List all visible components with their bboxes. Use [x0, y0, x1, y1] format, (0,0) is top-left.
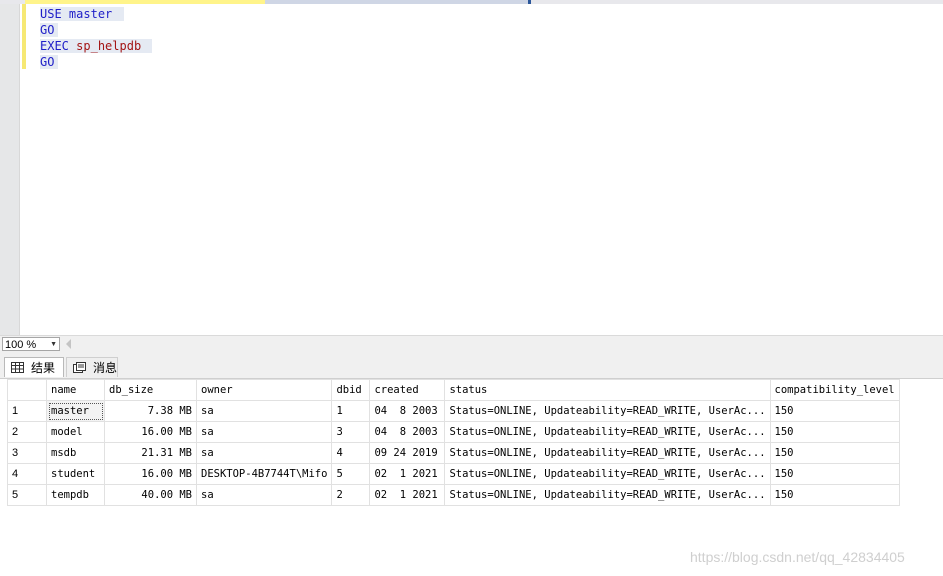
cell-name[interactable]: tempdb [46, 484, 105, 506]
column-header-dbid[interactable]: dbid [331, 379, 371, 401]
row-number[interactable]: 4 [7, 463, 47, 485]
cell-owner[interactable]: DESKTOP-4B7744T\Mifo [195, 463, 333, 485]
cell-owner[interactable]: sa [195, 400, 333, 422]
zoom-bar: 100 % ▼ [0, 335, 943, 353]
grid-header-row: name db_size owner dbid created status c… [7, 379, 900, 401]
messages-icon [73, 362, 86, 373]
cell-compatibility-level[interactable]: 150 [769, 442, 900, 464]
cell-owner[interactable]: sa [195, 442, 333, 464]
cell-name[interactable]: master [46, 400, 105, 422]
chevron-down-icon: ▼ [50, 341, 57, 348]
cell-db-size[interactable]: 7.38 MB [104, 400, 197, 422]
cell-name[interactable]: model [46, 421, 105, 443]
cell-name[interactable]: msdb [46, 442, 105, 464]
cell-db-size[interactable]: 16.00 MB [104, 463, 197, 485]
cell-status[interactable]: Status=ONLINE, Updateability=READ_WRITE,… [444, 421, 771, 443]
keyword-exec: EXEC [40, 39, 69, 53]
column-header-owner[interactable]: owner [195, 379, 333, 401]
keyword-go: GO [40, 55, 55, 69]
cell-created[interactable]: 02 1 2021 [369, 484, 446, 506]
scroll-left-icon[interactable] [66, 339, 71, 349]
tab-results-label: 结果 [31, 361, 56, 375]
code-line-3[interactable]: EXEC sp_helpdb [40, 38, 153, 54]
column-header-status[interactable]: status [444, 379, 771, 401]
cell-status[interactable]: Status=ONLINE, Updateability=READ_WRITE,… [444, 463, 771, 485]
row-number[interactable]: 3 [7, 442, 47, 464]
cell-dbid[interactable]: 1 [331, 400, 371, 422]
column-header-name[interactable]: name [46, 379, 105, 401]
column-header-created[interactable]: created [369, 379, 446, 401]
table-row[interactable]: 5 tempdb 40.00 MB sa 2 02 1 2021 Status=… [7, 484, 900, 506]
cell-name[interactable]: student [46, 463, 105, 485]
cell-compatibility-level[interactable]: 150 [769, 463, 900, 485]
grid-corner[interactable] [7, 379, 47, 401]
table-row[interactable]: 4 student 16.00 MB DESKTOP-4B7744T\Mifo … [7, 463, 900, 485]
row-number[interactable]: 5 [7, 484, 47, 506]
code-line-4[interactable]: GO [40, 54, 59, 70]
cell-created[interactable]: 02 1 2021 [369, 463, 446, 485]
identifier-master: master [68, 7, 113, 21]
cell-created[interactable]: 04 8 2003 [369, 421, 446, 443]
row-number[interactable]: 1 [7, 400, 47, 422]
column-header-db-size[interactable]: db_size [104, 379, 197, 401]
cell-created[interactable]: 09 24 2019 [369, 442, 446, 464]
cell-db-size[interactable]: 16.00 MB [104, 421, 197, 443]
results-grid-area: name db_size owner dbid created status c… [0, 379, 943, 576]
table-row[interactable]: 2 model 16.00 MB sa 3 04 8 2003 Status=O… [7, 421, 900, 443]
cell-dbid[interactable]: 4 [331, 442, 371, 464]
results-tab-bar: 结果 消息 [0, 352, 943, 379]
cell-db-size[interactable]: 40.00 MB [104, 484, 197, 506]
cell-status[interactable]: Status=ONLINE, Updateability=READ_WRITE,… [444, 400, 771, 422]
tab-results[interactable]: 结果 [4, 357, 64, 377]
cell-compatibility-level[interactable]: 150 [769, 400, 900, 422]
column-header-compatibility-level[interactable]: compatibility_level [769, 379, 900, 401]
results-grid[interactable]: name db_size owner dbid created status c… [7, 379, 900, 506]
code-line-2[interactable]: GO [40, 22, 59, 38]
cell-compatibility-level[interactable]: 150 [769, 484, 900, 506]
keyword-go: GO [40, 23, 55, 37]
row-number[interactable]: 2 [7, 421, 47, 443]
cell-dbid[interactable]: 5 [331, 463, 371, 485]
zoom-select[interactable]: 100 % ▼ [2, 337, 60, 351]
table-row[interactable]: 1 master 7.38 MB sa 1 04 8 2003 Status=O… [7, 400, 900, 422]
tab-messages[interactable]: 消息 [66, 357, 118, 377]
cell-owner[interactable]: sa [195, 484, 333, 506]
tab-messages-label: 消息 [93, 361, 118, 375]
cell-status[interactable]: Status=ONLINE, Updateability=READ_WRITE,… [444, 442, 771, 464]
change-tracking-bar [22, 4, 26, 69]
watermark: https://blog.csdn.net/qq_42834405 [690, 549, 905, 565]
cell-created[interactable]: 04 8 2003 [369, 400, 446, 422]
code-line-1[interactable]: USE master [40, 6, 124, 22]
procedure-sp-helpdb: sp_helpdb [76, 39, 142, 53]
cell-db-size[interactable]: 21.31 MB [104, 442, 197, 464]
keyword-use: USE [40, 7, 62, 21]
cell-dbid[interactable]: 2 [331, 484, 371, 506]
table-row[interactable]: 3 msdb 21.31 MB sa 4 09 24 2019 Status=O… [7, 442, 900, 464]
zoom-value: 100 % [5, 339, 37, 351]
cell-compatibility-level[interactable]: 150 [769, 421, 900, 443]
cell-dbid[interactable]: 3 [331, 421, 371, 443]
editor-margin [0, 4, 20, 335]
query-editor[interactable]: USE master GO EXEC sp_helpdb GO [0, 4, 943, 335]
cell-status[interactable]: Status=ONLINE, Updateability=READ_WRITE,… [444, 484, 771, 506]
grid-icon [11, 362, 24, 373]
cell-owner[interactable]: sa [195, 421, 333, 443]
